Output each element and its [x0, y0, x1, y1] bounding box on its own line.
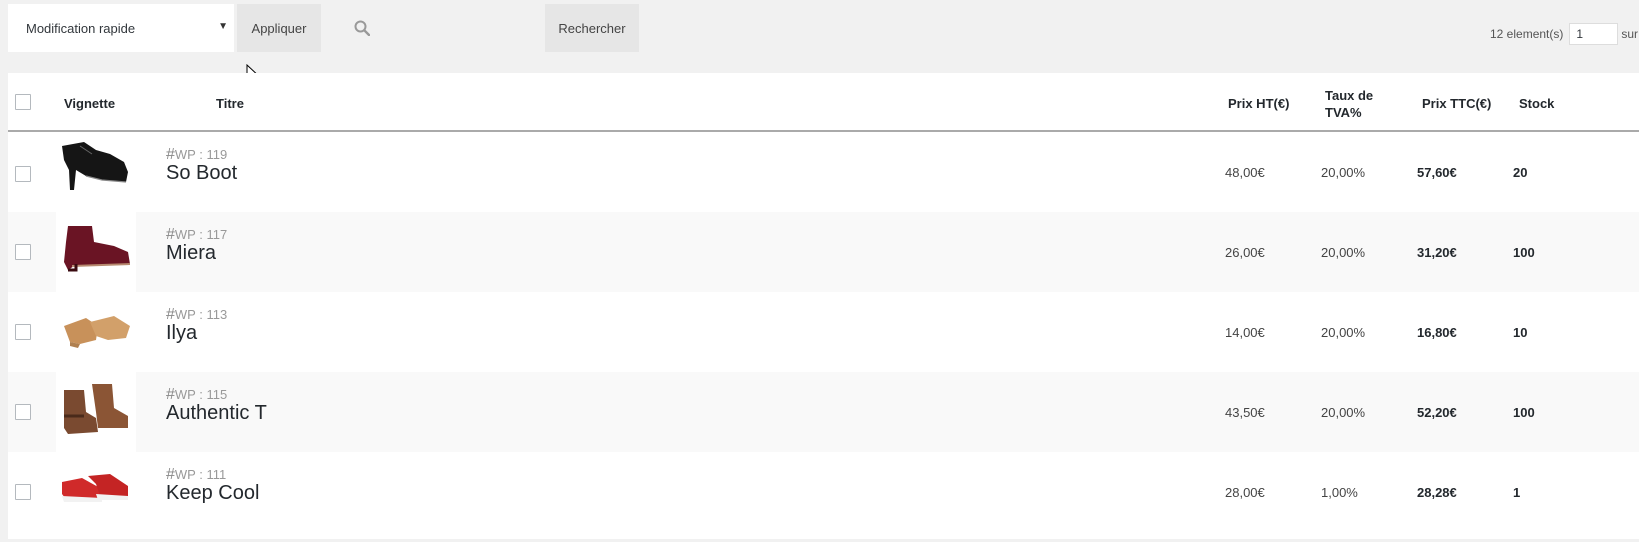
table-header: Vignette Titre Prix HT(€) Taux de TVA% P…: [8, 73, 1639, 132]
vat-rate: 20,00%: [1321, 165, 1366, 180]
price-ttc: 31,20€: [1417, 245, 1457, 260]
row-checkbox[interactable]: [15, 484, 31, 500]
header-price-ht[interactable]: Prix HT(€): [1228, 96, 1289, 111]
price-ht: 48,00€: [1225, 165, 1265, 180]
header-thumbnail: Vignette: [64, 96, 116, 111]
search-input[interactable]: [337, 4, 523, 52]
price-ht: 14,00€: [1225, 325, 1265, 340]
products-table: Vignette Titre Prix HT(€) Taux de TVA% P…: [8, 73, 1639, 539]
current-page-input[interactable]: [1569, 23, 1619, 45]
product-title[interactable]: Ilya: [166, 322, 197, 345]
product-thumbnail[interactable]: [56, 212, 136, 292]
vat-rate: 20,00%: [1321, 325, 1366, 340]
search-icon: [354, 20, 370, 36]
item-count: 12 element(s): [1490, 27, 1564, 41]
price-ht: 43,50€: [1225, 405, 1265, 420]
bulk-action-selected: Modification rapide: [26, 20, 136, 36]
product-thumbnail[interactable]: [56, 372, 136, 452]
vat-rate: 20,00%: [1321, 245, 1366, 260]
product-thumbnail[interactable]: [56, 132, 136, 212]
header-stock[interactable]: Stock: [1519, 96, 1554, 111]
price-ttc: 52,20€: [1417, 405, 1457, 420]
stock-value: 20: [1513, 165, 1528, 180]
price-ht: 28,00€: [1225, 485, 1265, 500]
stock-value: 10: [1513, 325, 1528, 340]
header-vat-line2: TVA%: [1325, 105, 1362, 120]
vat-rate: 1,00%: [1321, 485, 1358, 500]
price-ht: 26,00€: [1225, 245, 1265, 260]
header-price-ttc[interactable]: Prix TTC(€): [1422, 96, 1491, 111]
product-title[interactable]: Miera: [166, 242, 216, 265]
product-title[interactable]: Authentic T: [166, 402, 267, 425]
bulk-action-select[interactable]: Modification rapide ▼: [8, 4, 234, 52]
stock-value: 100: [1513, 405, 1535, 420]
table-row: #WP : 119 So Boot 48,00€ 20,00% 57,60€ 2…: [8, 132, 1639, 212]
toolbar: Modification rapide ▼ Appliquer Recherch…: [8, 4, 1639, 52]
apply-button[interactable]: Appliquer: [237, 4, 321, 52]
pagination: 12 element(s) sur: [1490, 23, 1638, 45]
search-button[interactable]: Rechercher: [545, 4, 639, 52]
table-row: #WP : 115 Authentic T 43,50€ 20,00% 52,2…: [8, 372, 1639, 452]
price-ttc: 28,28€: [1417, 485, 1457, 500]
header-vat-line1: Taux de: [1325, 88, 1374, 103]
header-vat[interactable]: Taux de TVA%: [1325, 87, 1373, 121]
stock-value: 1: [1513, 485, 1521, 500]
product-title[interactable]: So Boot: [166, 162, 237, 185]
select-all-checkbox[interactable]: [15, 94, 31, 110]
row-checkbox[interactable]: [15, 324, 31, 340]
table-row: #WP : 117 Miera 26,00€ 20,00% 31,20€ 100: [8, 212, 1639, 292]
product-title[interactable]: Keep Cool: [166, 482, 259, 505]
vat-rate: 20,00%: [1321, 405, 1366, 420]
page-total-label: sur: [1621, 27, 1639, 41]
price-ttc: 16,80€: [1417, 325, 1457, 340]
stock-value: 100: [1513, 245, 1535, 260]
table-row: #WP : 113 Ilya 14,00€ 20,00% 16,80€ 10: [8, 292, 1639, 372]
product-thumbnail[interactable]: [56, 292, 136, 372]
row-checkbox[interactable]: [15, 244, 31, 260]
product-thumbnail[interactable]: [56, 452, 136, 532]
price-ttc: 57,60€: [1417, 165, 1457, 180]
table-row: #WP : 111 Keep Cool 28,00€ 1,00% 28,28€ …: [8, 452, 1639, 532]
row-checkbox[interactable]: [15, 404, 31, 420]
row-checkbox[interactable]: [15, 166, 31, 182]
header-title[interactable]: Titre: [216, 96, 244, 111]
caret-down-icon: ▼: [218, 21, 228, 32]
